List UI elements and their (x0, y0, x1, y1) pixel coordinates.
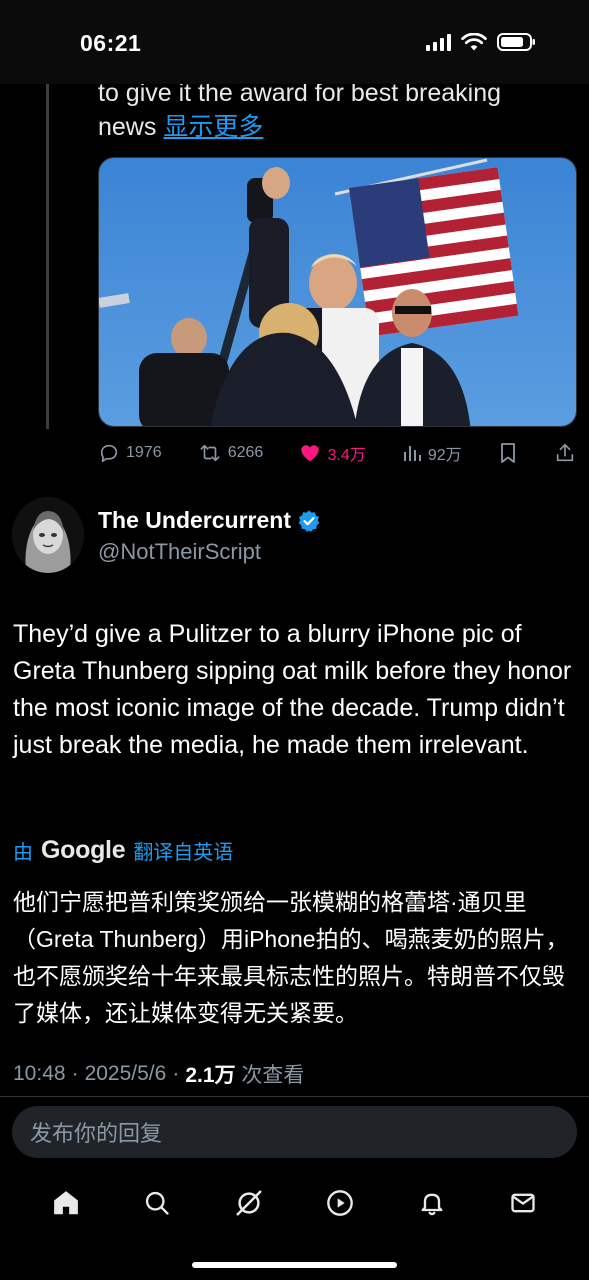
bookmark-icon (500, 443, 515, 463)
nav-search[interactable] (133, 1179, 181, 1227)
views-stat[interactable]: 2.1万 次查看 (185, 1059, 304, 1089)
parent-tweet-text: to give it the award for best breaking n… (98, 76, 538, 144)
heart-filled-icon (301, 445, 320, 462)
author-name[interactable]: The Undercurrent (98, 507, 321, 534)
home-indicator (192, 1262, 397, 1268)
google-logo: Google (41, 836, 126, 864)
like-count: 3.4万 (327, 447, 366, 464)
translated-text: 他们宁愿把普利策奖颁给一张模糊的格蕾塔·通贝里（Greta Thunberg）用… (13, 889, 569, 1026)
status-bar: 06:21 (0, 0, 589, 84)
views-count: 92万 (427, 447, 462, 464)
tweet-photo[interactable] (98, 157, 577, 427)
translation-prefix: 由 (13, 842, 33, 864)
reply-count: 1976 (126, 444, 162, 461)
retweet-count: 6266 (227, 444, 264, 461)
views-button[interactable]: 92万 (402, 441, 462, 465)
nav-video[interactable] (316, 1179, 364, 1227)
author-handle[interactable]: @NotTheirScript (98, 539, 261, 565)
share-button[interactable] (554, 442, 576, 464)
home-icon (53, 1191, 78, 1215)
grok-icon (236, 1190, 262, 1216)
bottom-nav (0, 1168, 589, 1238)
translation-attribution[interactable]: 由 Google 翻译自英语 (13, 836, 233, 865)
parent-tweet-line: to give it the award for best breaking n… (98, 79, 502, 141)
tweet-meta: 10:48 · 2025/5/6 · 2.1万 次查看 (13, 1059, 304, 1089)
nav-notifications[interactable] (408, 1179, 456, 1227)
reply-placeholder: 发布你的回复 (30, 1121, 163, 1146)
bookmark-button[interactable] (498, 442, 518, 464)
wifi-icon (461, 32, 487, 50)
views-chart-icon (403, 446, 421, 461)
tweet-time: 10:48 (13, 1062, 66, 1085)
battery-icon (497, 33, 535, 51)
nav-home[interactable] (42, 1179, 90, 1227)
verified-badge-icon (298, 510, 320, 532)
nav-messages[interactable] (499, 1179, 547, 1227)
retweet-button[interactable]: 6266 (198, 442, 264, 464)
meta-separator: · (71, 1062, 79, 1085)
like-button[interactable]: 3.4万 (299, 441, 366, 465)
reply-input[interactable]: 发布你的回复 (12, 1106, 577, 1158)
author-display-name: The Undercurrent (98, 507, 291, 533)
rally-photo-image (99, 158, 576, 426)
show-more-link[interactable]: 显示更多 (163, 113, 263, 141)
share-icon (556, 443, 574, 462)
thread-connector-line (46, 84, 49, 429)
tweet-views-label: 次查看 (241, 1064, 305, 1087)
tweet-author: The Undercurrent @NotTheirScript (12, 497, 572, 577)
avatar[interactable] (12, 497, 84, 573)
reply-icon (100, 444, 118, 463)
notifications-icon (421, 1193, 443, 1216)
video-icon (327, 1190, 354, 1216)
tweet-text: They’d give a Pulitzer to a blurry iPhon… (13, 620, 572, 759)
cellular-signal-icon (426, 33, 451, 51)
status-time: 06:21 (80, 30, 142, 56)
parent-tweet-actions: 1976 6266 3.4万 92万 (98, 440, 576, 466)
nav-grok[interactable] (225, 1179, 273, 1227)
meta-separator: · (172, 1062, 180, 1085)
translation-suffix: 翻译自英语 (133, 842, 234, 864)
reply-button[interactable]: 1976 (98, 442, 162, 464)
messages-icon (511, 1193, 535, 1213)
search-icon (146, 1191, 169, 1215)
retweet-icon (200, 444, 220, 462)
avatar-portrait-image (12, 497, 84, 573)
status-icons (426, 32, 537, 52)
divider (0, 1096, 589, 1097)
tweet-date: 2025/5/6 (84, 1062, 167, 1085)
tweet-views-count: 2.1万 (185, 1064, 236, 1087)
